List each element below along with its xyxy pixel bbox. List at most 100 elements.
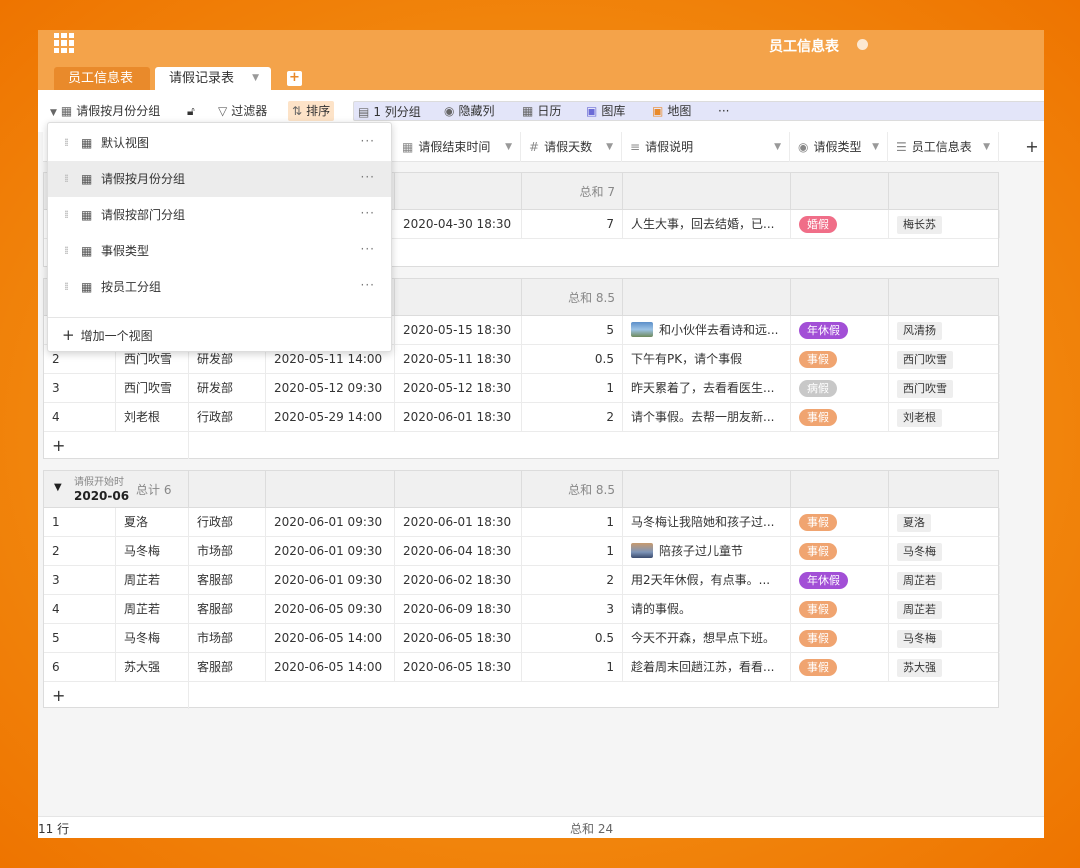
type-cell[interactable]: 事假 bbox=[791, 653, 889, 681]
column-description[interactable]: ≡ 请假说明 ▼ bbox=[622, 132, 790, 162]
name-cell[interactable]: 周芷若 bbox=[116, 566, 189, 594]
days-cell[interactable]: 1 bbox=[522, 537, 623, 565]
chevron-down-icon[interactable]: ▼ bbox=[872, 132, 879, 162]
description-cell[interactable]: 趁着周末回趟江苏，看看... bbox=[623, 653, 791, 681]
name-cell[interactable]: 西门吹雪 bbox=[116, 374, 189, 402]
employee-cell[interactable]: 苏大强 bbox=[889, 653, 1000, 681]
employee-cell[interactable]: 夏洛 bbox=[889, 508, 1000, 536]
start-time-cell[interactable]: 2020-05-29 14:00 bbox=[266, 403, 395, 431]
type-cell[interactable]: 婚假 bbox=[791, 210, 889, 238]
more-options-icon[interactable]: ··· bbox=[361, 123, 375, 159]
more-options-icon[interactable]: ··· bbox=[361, 267, 375, 303]
employee-cell[interactable]: 梅长苏 bbox=[889, 210, 1000, 238]
end-time-cell[interactable]: 2020-06-02 18:30 bbox=[395, 566, 522, 594]
days-cell[interactable]: 0.5 bbox=[522, 624, 623, 652]
days-cell[interactable]: 1 bbox=[522, 374, 623, 402]
employee-cell[interactable]: 周芷若 bbox=[889, 566, 1000, 594]
table-row[interactable]: 5 马冬梅 市场部 2020-06-05 14:00 2020-06-05 18… bbox=[44, 624, 1000, 653]
table-row[interactable]: 1 夏洛 行政部 2020-06-01 09:30 2020-06-01 18:… bbox=[44, 508, 1000, 537]
drag-handle-icon[interactable]: ⁞⁞ bbox=[64, 233, 69, 269]
days-cell[interactable]: 2 bbox=[522, 566, 623, 594]
more-options-icon[interactable]: ··· bbox=[361, 195, 375, 231]
department-cell[interactable]: 客服部 bbox=[189, 653, 266, 681]
lock-icon[interactable]: 🔓︎ bbox=[183, 101, 199, 121]
view-selector[interactable]: ▼ ▦ 请假按月份分组 bbox=[46, 101, 164, 121]
type-cell[interactable]: 事假 bbox=[791, 595, 889, 623]
table-row[interactable]: 6 苏大强 客服部 2020-06-05 14:00 2020-06-05 18… bbox=[44, 653, 1000, 682]
description-cell[interactable]: 人生大事，回去结婚，已... bbox=[623, 210, 791, 238]
start-time-cell[interactable]: 2020-06-05 09:30 bbox=[266, 595, 395, 623]
employee-cell[interactable]: 刘老根 bbox=[889, 403, 1000, 431]
end-time-cell[interactable]: 2020-06-09 18:30 bbox=[395, 595, 522, 623]
description-cell[interactable]: 请的事假。 bbox=[623, 595, 791, 623]
employee-cell[interactable]: 西门吹雪 bbox=[889, 374, 1000, 402]
chevron-down-icon[interactable]: ▼ bbox=[252, 67, 259, 90]
days-cell[interactable]: 5 bbox=[522, 316, 623, 344]
start-time-cell[interactable]: 2020-06-01 09:30 bbox=[266, 566, 395, 594]
name-cell[interactable]: 苏大强 bbox=[116, 653, 189, 681]
view-item-by-employee[interactable]: ⁞⁞ ▦ 按员工分组 ··· bbox=[48, 269, 391, 305]
description-cell[interactable]: 昨天累着了，去看看医生... bbox=[623, 374, 791, 402]
calendar-button[interactable]: ▦ 日历 bbox=[518, 101, 565, 121]
name-cell[interactable]: 马冬梅 bbox=[116, 624, 189, 652]
type-cell[interactable]: 事假 bbox=[791, 403, 889, 431]
column-type[interactable]: ◉ 请假类型 ▼ bbox=[790, 132, 888, 162]
type-cell[interactable]: 年休假 bbox=[791, 566, 889, 594]
chevron-down-icon[interactable]: ▼ bbox=[606, 132, 613, 162]
end-time-cell[interactable]: 2020-06-05 18:30 bbox=[395, 624, 522, 652]
start-time-cell[interactable]: 2020-05-12 09:30 bbox=[266, 374, 395, 402]
collapse-triangle-icon[interactable]: ▼ bbox=[54, 482, 62, 493]
end-time-cell[interactable]: 2020-05-12 18:30 bbox=[395, 374, 522, 402]
type-cell[interactable]: 事假 bbox=[791, 624, 889, 652]
days-cell[interactable]: 1 bbox=[522, 508, 623, 536]
days-cell[interactable]: 1 bbox=[522, 653, 623, 681]
table-row[interactable]: 3 周芷若 客服部 2020-06-01 09:30 2020-06-02 18… bbox=[44, 566, 1000, 595]
end-time-cell[interactable]: 2020-05-11 18:30 bbox=[395, 345, 522, 373]
days-cell[interactable]: 7 bbox=[522, 210, 623, 238]
start-time-cell[interactable]: 2020-06-01 09:30 bbox=[266, 537, 395, 565]
more-options-icon[interactable]: ··· bbox=[361, 231, 375, 267]
employee-cell[interactable]: 周芷若 bbox=[889, 595, 1000, 623]
description-cell[interactable]: 陪孩子过儿童节 bbox=[623, 537, 791, 565]
employee-cell[interactable]: 西门吹雪 bbox=[889, 345, 1000, 373]
view-item-default[interactable]: ⁞⁞ ▦ 默认视图 ··· bbox=[48, 125, 391, 161]
view-item-by-month[interactable]: ⁞⁞ ▦ 请假按月份分组 ··· bbox=[48, 161, 391, 197]
table-row[interactable]: 4 周芷若 客服部 2020-06-05 09:30 2020-06-09 18… bbox=[44, 595, 1000, 624]
department-cell[interactable]: 行政部 bbox=[189, 508, 266, 536]
map-button[interactable]: ▣ 地图 bbox=[648, 101, 695, 121]
drag-handle-icon[interactable]: ⁞⁞ bbox=[64, 161, 69, 197]
gallery-button[interactable]: ▣ 图库 bbox=[582, 101, 629, 121]
end-time-cell[interactable]: 2020-05-15 18:30 bbox=[395, 316, 522, 344]
start-time-cell[interactable]: 2020-06-01 09:30 bbox=[266, 508, 395, 536]
name-cell[interactable]: 马冬梅 bbox=[116, 537, 189, 565]
end-time-cell[interactable]: 2020-06-01 18:30 bbox=[395, 403, 522, 431]
employee-cell[interactable]: 风清扬 bbox=[889, 316, 1000, 344]
type-cell[interactable]: 病假 bbox=[791, 374, 889, 402]
drag-handle-icon[interactable]: ⁞⁞ bbox=[64, 125, 69, 161]
chevron-down-icon[interactable]: ▼ bbox=[774, 132, 781, 162]
type-cell[interactable]: 年休假 bbox=[791, 316, 889, 344]
table-row[interactable]: 4 刘老根 行政部 2020-05-29 14:00 2020-06-01 18… bbox=[44, 403, 1000, 432]
photo-thumbnail[interactable] bbox=[631, 543, 653, 558]
department-cell[interactable]: 客服部 bbox=[189, 566, 266, 594]
department-cell[interactable]: 研发部 bbox=[189, 374, 266, 402]
column-days[interactable]: # 请假天数 ▼ bbox=[521, 132, 622, 162]
end-time-cell[interactable]: 2020-06-01 18:30 bbox=[395, 508, 522, 536]
name-cell[interactable]: 刘老根 bbox=[116, 403, 189, 431]
info-icon[interactable] bbox=[857, 39, 868, 50]
department-cell[interactable]: 市场部 bbox=[189, 537, 266, 565]
table-row[interactable]: 3 西门吹雪 研发部 2020-05-12 09:30 2020-05-12 1… bbox=[44, 374, 1000, 403]
days-cell[interactable]: 3 bbox=[522, 595, 623, 623]
filter-button[interactable]: ▽ 过滤器 bbox=[214, 101, 271, 121]
type-cell[interactable]: 事假 bbox=[791, 508, 889, 536]
description-cell[interactable]: 今天不开森，想早点下班。 bbox=[623, 624, 791, 652]
department-cell[interactable]: 行政部 bbox=[189, 403, 266, 431]
description-cell[interactable]: 下午有PK，请个事假 bbox=[623, 345, 791, 373]
sort-button[interactable]: ⇅ 排序 bbox=[288, 101, 335, 121]
add-view-button[interactable]: + 增加一个视图 bbox=[62, 323, 153, 347]
column-end-time[interactable]: ▦ 请假结束时间 ▼ bbox=[394, 132, 521, 162]
hide-columns-button[interactable]: ◉ 隐藏列 bbox=[440, 101, 499, 121]
type-cell[interactable]: 事假 bbox=[791, 537, 889, 565]
chevron-down-icon[interactable]: ▼ bbox=[505, 132, 512, 162]
type-cell[interactable]: 事假 bbox=[791, 345, 889, 373]
